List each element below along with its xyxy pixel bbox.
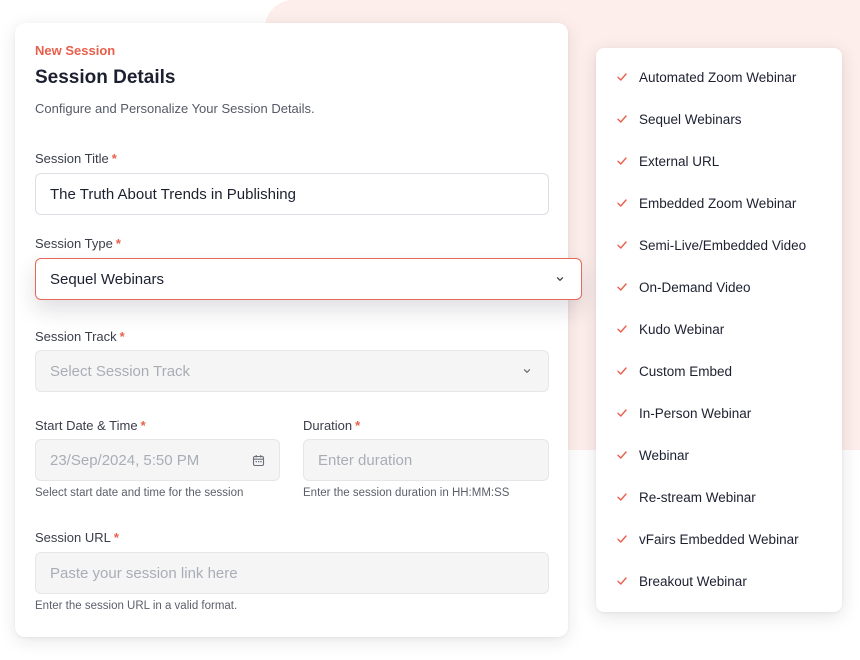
duration-hint: Enter the session duration in HH:MM:SS: [303, 487, 510, 499]
option-label: Breakout Webinar: [639, 573, 747, 589]
form-eyebrow: New Session: [35, 43, 116, 58]
option-label: Re-stream Webinar: [639, 489, 756, 505]
chevron-down-icon: [520, 364, 534, 378]
option-label: Webinar: [639, 447, 690, 463]
session-type-option[interactable]: In-Person Webinar: [596, 392, 842, 434]
option-label: In-Person Webinar: [639, 405, 752, 421]
session-type-option[interactable]: Breakout Webinar: [596, 560, 842, 602]
duration-input[interactable]: Enter duration: [303, 439, 549, 481]
session-type-option[interactable]: On-Demand Video: [596, 266, 842, 308]
check-icon: [616, 406, 630, 420]
option-label: On-Demand Video: [639, 279, 751, 295]
option-label: Sequel Webinars: [639, 111, 742, 127]
required-mark: *: [140, 418, 146, 433]
option-label: Automated Zoom Webinar: [639, 69, 797, 85]
check-icon: [616, 196, 630, 210]
check-icon: [616, 70, 630, 84]
start-datetime-value: 23/Sep/2024, 5:50 PM: [50, 451, 200, 469]
session-type-option[interactable]: Embedded Zoom Webinar: [596, 182, 842, 224]
required-mark: *: [355, 418, 361, 433]
session-type-option[interactable]: Re-stream Webinar: [596, 476, 842, 518]
check-icon: [616, 154, 630, 168]
required-mark: *: [111, 151, 117, 166]
option-label: Embedded Zoom Webinar: [639, 195, 797, 211]
session-track-select[interactable]: Select Session Track: [35, 350, 549, 392]
session-title-input[interactable]: The Truth About Trends in Publishing: [35, 173, 549, 215]
chevron-down-icon: [553, 272, 567, 286]
check-icon: [616, 448, 630, 462]
session-title-label: Session Title *: [35, 151, 117, 166]
check-icon: [616, 280, 630, 294]
required-mark: *: [119, 329, 125, 344]
session-url-label: Session URL *: [35, 530, 119, 545]
session-type-option[interactable]: External URL: [596, 140, 842, 182]
page-title: Session Details: [35, 67, 176, 88]
session-type-value: Sequel Webinars: [50, 270, 164, 288]
session-track-label: Session Track *: [35, 329, 125, 344]
check-icon: [616, 322, 630, 336]
session-type-option[interactable]: Sequel Webinars: [596, 98, 842, 140]
session-url-hint: Enter the session URL in a valid format.: [35, 600, 238, 612]
option-label: Kudo Webinar: [639, 321, 725, 337]
session-type-select[interactable]: Sequel Webinars: [35, 258, 582, 300]
check-icon: [616, 490, 630, 504]
session-type-option[interactable]: Semi-Live/Embedded Video: [596, 224, 842, 266]
check-icon: [616, 364, 630, 378]
session-type-options-panel: Automated Zoom Webinar Sequel Webinars E…: [596, 48, 842, 612]
duration-placeholder: Enter duration: [318, 451, 413, 469]
required-mark: *: [113, 530, 119, 545]
session-type-option[interactable]: Kudo Webinar: [596, 308, 842, 350]
option-label: External URL: [639, 153, 720, 169]
check-icon: [616, 532, 630, 546]
check-icon: [616, 112, 630, 126]
required-mark: *: [115, 236, 121, 251]
page-subtitle: Configure and Personalize Your Session D…: [35, 101, 315, 116]
session-type-option[interactable]: Webinar: [596, 434, 842, 476]
check-icon: [616, 574, 630, 588]
calendar-icon[interactable]: [251, 453, 265, 467]
start-datetime-input[interactable]: 23/Sep/2024, 5:50 PM: [35, 439, 280, 481]
session-type-option[interactable]: Automated Zoom Webinar: [596, 56, 842, 98]
start-datetime-label: Start Date & Time *: [35, 418, 146, 433]
session-type-option[interactable]: Custom Embed: [596, 350, 842, 392]
session-type-option[interactable]: vFairs Embedded Webinar: [596, 518, 842, 560]
session-url-placeholder: Paste your session link here: [50, 564, 238, 582]
session-url-input[interactable]: Paste your session link here: [35, 552, 549, 594]
option-label: Semi-Live/Embedded Video: [639, 237, 807, 253]
session-details-card: New Session Session Details Configure an…: [15, 23, 582, 637]
option-label: Custom Embed: [639, 363, 733, 379]
check-icon: [616, 238, 630, 252]
session-title-value: The Truth About Trends in Publishing: [50, 185, 296, 203]
session-type-label: Session Type *: [35, 236, 121, 251]
session-track-placeholder: Select Session Track: [50, 362, 191, 380]
option-label: vFairs Embedded Webinar: [639, 531, 799, 547]
start-datetime-hint: Select start date and time for the sessi…: [35, 487, 244, 499]
duration-label: Duration *: [303, 418, 361, 433]
